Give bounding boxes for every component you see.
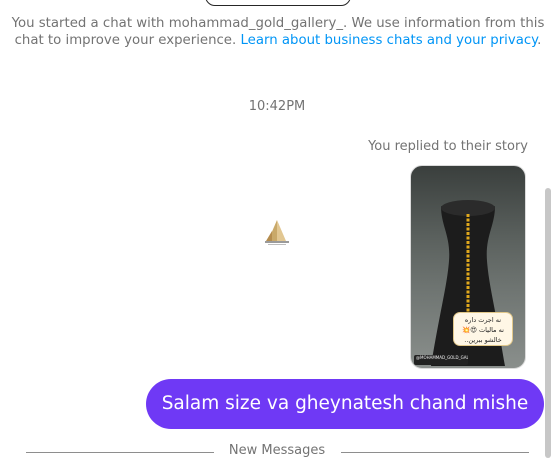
gallery-logo-icon xyxy=(265,220,289,245)
profile-button[interactable] xyxy=(205,0,351,6)
business-chats-privacy-link[interactable]: Learn about business chats and your priv… xyxy=(240,33,537,48)
sticker-line-2: نه مالیات 😍💥 xyxy=(462,326,504,334)
sent-message-bubble[interactable]: Salam size va gheynatesh chand mishe xyxy=(146,379,544,429)
story-thumbnail[interactable]: نه اجرت داره نه مالیات 😍💥 خالشو ببرین.. … xyxy=(410,165,526,369)
message-timestamp: 10:42PM xyxy=(248,99,306,114)
business-chat-notice: You started a chat with mohammad_gold_ga… xyxy=(8,15,548,49)
price-sticker: نه اجرت داره نه مالیات 😍💥 خالشو ببرین.. xyxy=(453,312,513,346)
sticker-line-1: نه اجرت داره xyxy=(464,316,502,324)
story-handle-tag: @MOHAMMAD_GOLD_GALLERY_ xyxy=(414,355,468,365)
divider-line-left xyxy=(26,452,214,453)
notice-suffix: . xyxy=(537,33,542,48)
sticker-line-3: خالشو ببرین.. xyxy=(464,336,502,344)
story-reply-label: You replied to their story xyxy=(368,139,528,154)
scrollbar[interactable] xyxy=(545,188,551,458)
divider-line-right xyxy=(341,452,529,453)
new-messages-divider: New Messages xyxy=(228,443,326,458)
